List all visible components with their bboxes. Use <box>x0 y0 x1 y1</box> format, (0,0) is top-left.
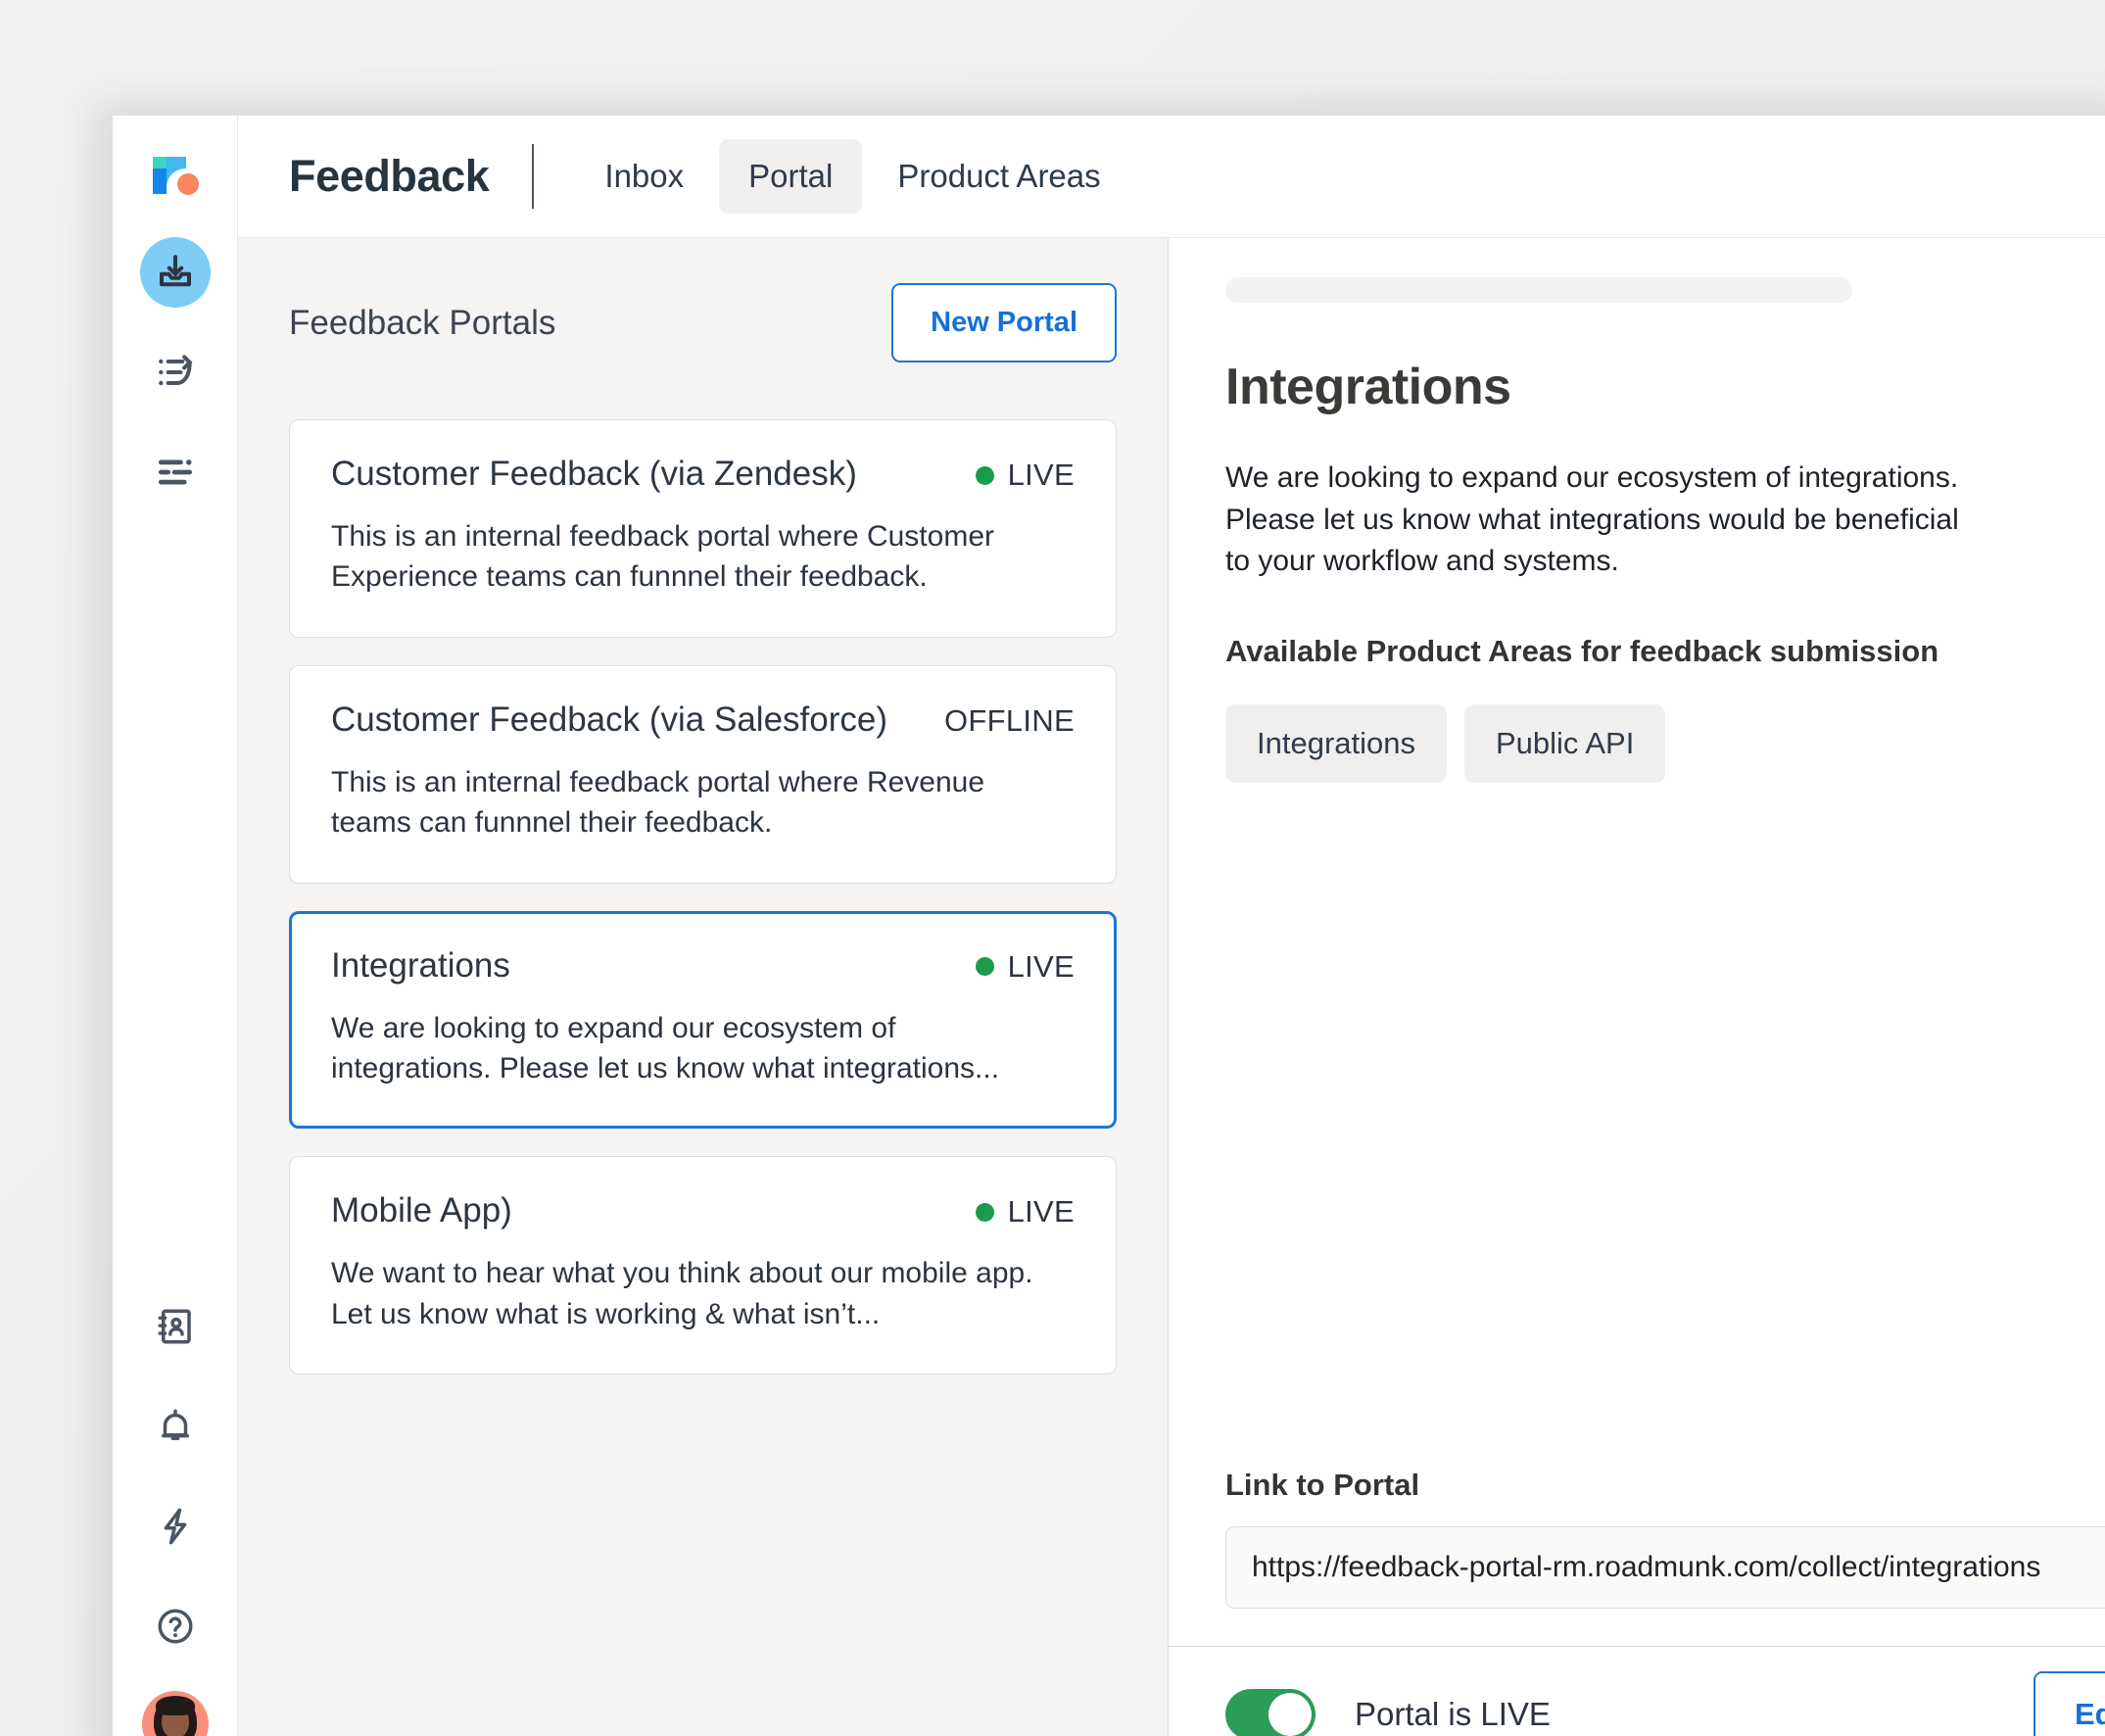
portal-name: Customer Feedback (via Salesforce) <box>331 699 887 739</box>
list-item[interactable]: Integrations LIVE We are looking to expa… <box>289 910 1117 1130</box>
sidebar-secondary-icons <box>113 1291 237 1736</box>
portal-detail-footer: Portal is LIVE Edit Portal <box>1169 1646 2105 1736</box>
status-dot-icon <box>975 465 994 485</box>
status-badge: LIVE <box>975 454 1075 493</box>
roadmap-list-icon <box>154 351 197 394</box>
user-avatar[interactable] <box>141 1691 209 1736</box>
sidebar-item-whats-new[interactable] <box>140 1491 211 1562</box>
status-badge: OFFLINE <box>944 699 1075 739</box>
link-to-portal-block: Link to Portal https://feedback-portal-r… <box>1169 1468 2105 1646</box>
bell-icon <box>155 1406 196 1447</box>
tab-portal[interactable]: Portal <box>719 139 863 214</box>
portal-description: This is an internal feedback portal wher… <box>331 520 994 594</box>
sidebar-item-help[interactable] <box>140 1591 211 1662</box>
question-circle-icon <box>155 1606 196 1647</box>
lightning-bolt-icon <box>155 1506 196 1547</box>
inbox-download-icon <box>155 252 196 293</box>
portal-detail-body: Integrations We are looking to expand ou… <box>1169 238 2105 1468</box>
sidebar-item-contacts[interactable] <box>140 1291 211 1362</box>
portal-live-toggle[interactable] <box>1225 1688 1316 1736</box>
portal-name: Mobile App) <box>331 1191 512 1230</box>
app-header: Feedback Inbox Portal Product Areas <box>238 116 2105 238</box>
header-divider <box>532 144 535 209</box>
app-window: Feedback Inbox Portal Product Areas Feed… <box>113 116 2105 1736</box>
tab-product-areas[interactable]: Product Areas <box>868 139 1129 214</box>
screen: Feedback Inbox Portal Product Areas Feed… <box>0 0 2105 1736</box>
sidebar-rail <box>113 116 238 1736</box>
main-column: Feedback Inbox Portal Product Areas Feed… <box>238 116 2105 1736</box>
portal-description: This is an internal feedback portal wher… <box>331 765 985 840</box>
portal-name: Customer Feedback (via Zendesk) <box>331 455 857 493</box>
content-split: Feedback Portals New Portal Customer Fee… <box>238 238 2105 1736</box>
status-dot-icon <box>975 1202 994 1222</box>
product-areas-label: Available Product Areas for feedback sub… <box>1225 633 1939 668</box>
portal-description: We are looking to expand our ecosystem o… <box>331 1011 1000 1085</box>
status-label: LIVE <box>1007 1194 1075 1230</box>
contacts-book-icon <box>155 1306 196 1347</box>
product-area-chip[interactable]: Integrations <box>1225 703 1447 783</box>
link-to-portal-label: Link to Portal <box>1225 1468 1420 1502</box>
portal-detail-title: Integrations <box>1225 359 1511 415</box>
new-portal-button[interactable]: New Portal <box>891 283 1117 362</box>
portal-description: We want to hear what you think about our… <box>331 1257 1033 1330</box>
placeholder-bar <box>1225 277 1852 303</box>
portal-card-header: Integrations LIVE <box>331 945 1075 987</box>
portal-live-label: Portal is LIVE <box>1355 1695 1551 1732</box>
portals-list-header: Feedback Portals New Portal <box>289 283 1117 362</box>
portal-name: Integrations <box>331 945 510 985</box>
status-label: OFFLINE <box>943 702 1075 738</box>
list-item[interactable]: Mobile App) LIVE We want to hear what yo… <box>289 1156 1117 1375</box>
list-item[interactable]: Customer Feedback (via Salesforce) OFFLI… <box>289 664 1117 884</box>
tab-bar: Inbox Portal Product Areas <box>575 139 1129 214</box>
status-label: LIVE <box>1007 948 1075 984</box>
status-label: LIVE <box>1007 458 1075 492</box>
portal-detail-description: We are looking to expand our ecosystem o… <box>1225 461 1959 578</box>
portal-url-field[interactable]: https://feedback-portal-rm.roadmunk.com/… <box>1225 1526 2105 1609</box>
status-badge: LIVE <box>975 1190 1075 1230</box>
sidebar-item-roadmaps[interactable] <box>140 337 211 408</box>
portal-card-header: Mobile App) LIVE <box>331 1190 1075 1231</box>
portal-card-header: Customer Feedback (via Salesforce) OFFLI… <box>331 699 1075 741</box>
sidebar-item-notifications[interactable] <box>140 1391 211 1462</box>
portals-list-title: Feedback Portals <box>289 303 556 342</box>
sidebar-primary-icons <box>139 237 211 507</box>
list-item[interactable]: Customer Feedback (via Zendesk) LIVE Thi… <box>289 419 1117 638</box>
status-badge: LIVE <box>975 945 1075 985</box>
filter-list-icon <box>154 451 197 494</box>
status-dot-icon <box>975 957 994 977</box>
product-area-chip[interactable]: Public API <box>1464 703 1666 783</box>
portal-detail-pane: Integrations We are looking to expand ou… <box>1169 238 2105 1736</box>
edit-portal-button[interactable]: Edit Portal <box>2033 1670 2105 1736</box>
toggle-knob <box>1268 1692 1312 1736</box>
sidebar-item-views[interactable] <box>140 437 211 507</box>
portal-card-header: Customer Feedback (via Zendesk) LIVE <box>331 454 1075 495</box>
page-title: Feedback <box>289 151 490 201</box>
sidebar-item-feedback-inbox[interactable] <box>139 237 211 308</box>
tab-inbox[interactable]: Inbox <box>575 139 713 214</box>
roadmunk-logo-icon[interactable] <box>145 143 206 204</box>
avatar-hair-front <box>155 1696 195 1715</box>
portals-list-pane: Feedback Portals New Portal Customer Fee… <box>238 238 1169 1736</box>
product-area-chips: Integrations Public API <box>1225 703 2105 783</box>
